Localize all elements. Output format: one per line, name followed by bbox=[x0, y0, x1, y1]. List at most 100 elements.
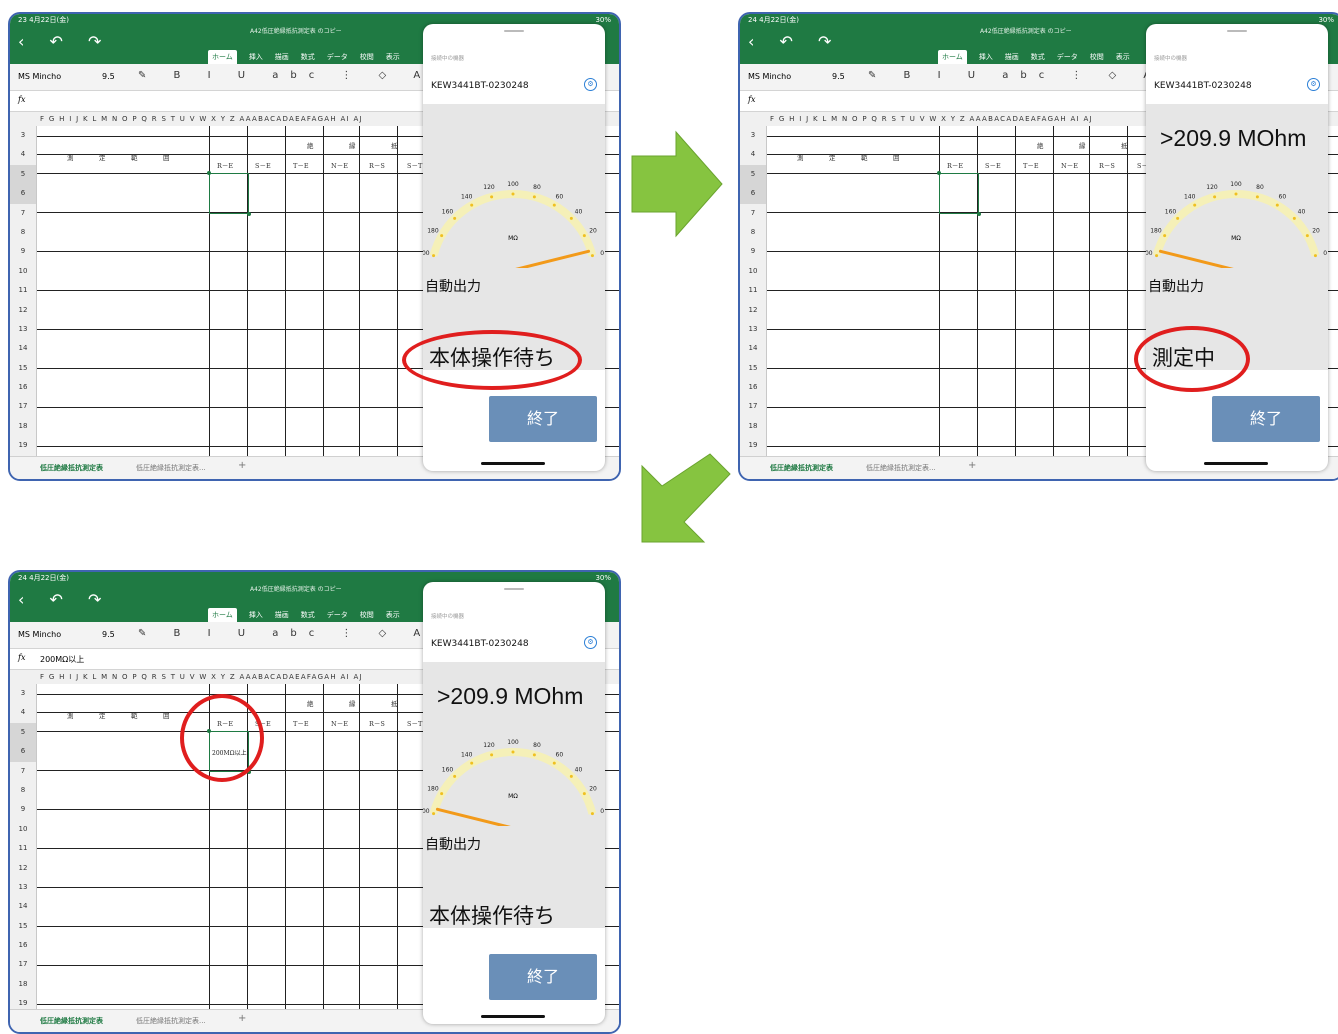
bluetooth-settings-icon[interactable]: ⚙ bbox=[1307, 78, 1320, 91]
ribbon-tab-2[interactable]: 描画 bbox=[275, 610, 289, 620]
selection-handle[interactable] bbox=[937, 171, 941, 175]
header-col-label: N－E bbox=[331, 720, 348, 728]
end-button[interactable]: 終了 bbox=[489, 396, 597, 442]
header-range-char: 囲 bbox=[163, 712, 170, 720]
nav-icons: ‹ ↶ ↷ bbox=[18, 590, 112, 609]
ribbon-tab-4[interactable]: データ bbox=[1057, 52, 1078, 62]
row-header: 4 bbox=[20, 150, 26, 159]
ribbon-tab-3[interactable]: 数式 bbox=[301, 52, 315, 62]
header-range-char: 測 bbox=[67, 712, 74, 720]
gauge-label: 160 bbox=[1165, 208, 1177, 215]
ribbon-tab-2[interactable]: 描画 bbox=[275, 52, 289, 62]
header-range-char: 囲 bbox=[893, 154, 900, 162]
row-header: 16 bbox=[748, 383, 758, 392]
ribbon-tab-6[interactable]: 表示 bbox=[386, 52, 400, 62]
header-col-label: R－S bbox=[1099, 162, 1115, 170]
sheet-tab-active[interactable]: 低圧絶縁抵抗測定表 bbox=[40, 463, 103, 473]
font-size-select[interactable]: 9.5 bbox=[102, 72, 115, 81]
gauge-label: 200 bbox=[423, 250, 430, 257]
fx-icon: fx bbox=[18, 653, 26, 662]
row-header: 11 bbox=[18, 844, 28, 853]
ribbon-tab-2[interactable]: 描画 bbox=[1005, 52, 1019, 62]
header-resistance-char: 抵 bbox=[391, 142, 398, 150]
ribbon-tab-0[interactable]: ホーム bbox=[938, 50, 967, 64]
end-button[interactable]: 終了 bbox=[1212, 396, 1320, 442]
row-header: 18 bbox=[748, 421, 758, 430]
selected-cell[interactable] bbox=[207, 171, 251, 216]
sheet-tab[interactable]: 低圧絶縁抵抗測定表... bbox=[136, 1016, 206, 1026]
panel-drag-handle[interactable] bbox=[504, 30, 524, 32]
ribbon-tab-1[interactable]: 挿入 bbox=[979, 52, 993, 62]
gauge-label: 60 bbox=[1279, 194, 1287, 201]
gauge-unit: MΩ bbox=[508, 235, 518, 242]
header-range-char: 定 bbox=[99, 154, 106, 162]
selection-handle[interactable] bbox=[977, 212, 981, 216]
panel-drag-handle[interactable] bbox=[1227, 30, 1247, 32]
ribbon-tab-1[interactable]: 挿入 bbox=[249, 52, 263, 62]
selected-cell[interactable] bbox=[937, 171, 981, 216]
gauge-tick bbox=[1193, 203, 1197, 207]
ribbon-tab-0[interactable]: ホーム bbox=[208, 50, 237, 64]
row-header: 14 bbox=[18, 902, 28, 911]
font-size-select[interactable]: 9.5 bbox=[832, 72, 845, 81]
ribbon-tab-3[interactable]: 数式 bbox=[301, 610, 315, 620]
gauge-tick bbox=[453, 774, 457, 778]
header-col-label: N－E bbox=[1061, 162, 1078, 170]
excel-app: 24 4月22日(金) 30% A42低圧絶縁抵抗測定表 のコピー ‹ ↶ ↷ ホーム挿… bbox=[10, 572, 619, 1032]
ribbon-tab-6[interactable]: 表示 bbox=[1116, 52, 1130, 62]
row-headers: 3 4 5 6 7 8 9 10 11 12 13 14 15 16 17 18 19 bbox=[10, 684, 37, 1010]
row-header: 11 bbox=[18, 286, 28, 295]
end-button[interactable]: 終了 bbox=[489, 954, 597, 1000]
font-name-select[interactable]: MS Mincho bbox=[18, 630, 61, 639]
selection-handle[interactable] bbox=[247, 212, 251, 216]
row-header: 8 bbox=[20, 785, 26, 794]
add-sheet-button[interactable]: + bbox=[238, 460, 246, 471]
font-name-select[interactable]: MS Mincho bbox=[748, 72, 791, 81]
sheet-tab[interactable]: 低圧絶縁抵抗測定表... bbox=[136, 463, 206, 473]
measurement-panel: 接続中の機器KEW3441BT-0230248⚙>209.9 MOhm20018… bbox=[423, 582, 605, 1024]
gauge-label: 100 bbox=[507, 181, 519, 188]
ribbon-tabs: ホーム 挿入 描画 数式 データ 校閲 表示 bbox=[938, 50, 1142, 64]
panel-drag-handle[interactable] bbox=[504, 588, 524, 590]
row-header: 9 bbox=[20, 805, 26, 814]
header-col-label: R－S bbox=[369, 720, 385, 728]
selection-handle[interactable] bbox=[207, 171, 211, 175]
grid-vline bbox=[323, 684, 324, 1010]
ribbon-tab-0[interactable]: ホーム bbox=[208, 608, 237, 622]
sheet-tab-active[interactable]: 低圧絶縁抵抗測定表 bbox=[770, 463, 833, 473]
status-time: 24 4月22日(金) bbox=[748, 16, 799, 24]
row-header: 16 bbox=[18, 383, 28, 392]
header-resistance-char: 絶 bbox=[1037, 142, 1044, 150]
add-sheet-button[interactable]: + bbox=[968, 460, 976, 471]
ribbon-tab-5[interactable]: 校閲 bbox=[360, 52, 374, 62]
row-header: 10 bbox=[18, 266, 28, 275]
ribbon-tab-3[interactable]: 数式 bbox=[1031, 52, 1045, 62]
ribbon-tab-1[interactable]: 挿入 bbox=[249, 610, 263, 620]
ribbon-tab-5[interactable]: 校閲 bbox=[360, 610, 374, 620]
row-header: 7 bbox=[20, 766, 26, 775]
font-size-select[interactable]: 9.5 bbox=[102, 630, 115, 639]
ribbon-tabs: ホーム 挿入 描画 数式 データ 校閲 表示 bbox=[208, 608, 412, 622]
gauge-tick bbox=[1313, 254, 1317, 258]
ribbon-tab-6[interactable]: 表示 bbox=[386, 610, 400, 620]
ribbon-tab-5[interactable]: 校閲 bbox=[1090, 52, 1104, 62]
ribbon-tab-4[interactable]: データ bbox=[327, 52, 348, 62]
connected-device-label: 接続中の機器 bbox=[431, 614, 465, 620]
row-header: 11 bbox=[748, 286, 758, 295]
header-range-char: 範 bbox=[131, 154, 138, 162]
add-sheet-button[interactable]: + bbox=[238, 1013, 246, 1024]
sheet-tab[interactable]: 低圧絶縁抵抗測定表... bbox=[866, 463, 936, 473]
gauge-label: 20 bbox=[1312, 228, 1320, 235]
gauge-label: 140 bbox=[461, 194, 473, 201]
formula-input[interactable]: 200MΩ以上 bbox=[40, 654, 84, 665]
bluetooth-settings-icon[interactable]: ⚙ bbox=[584, 78, 597, 91]
sheet-tab-active[interactable]: 低圧絶縁抵抗測定表 bbox=[40, 1016, 103, 1026]
device-name: KEW3441BT-0230248 bbox=[1154, 81, 1252, 91]
header-col-label: R－E bbox=[217, 162, 234, 170]
gauge-needle bbox=[515, 249, 591, 268]
gauge-label: 180 bbox=[427, 786, 439, 793]
gauge-needle bbox=[1158, 249, 1234, 268]
bluetooth-settings-icon[interactable]: ⚙ bbox=[584, 636, 597, 649]
font-name-select[interactable]: MS Mincho bbox=[18, 72, 61, 81]
ribbon-tab-4[interactable]: データ bbox=[327, 610, 348, 620]
